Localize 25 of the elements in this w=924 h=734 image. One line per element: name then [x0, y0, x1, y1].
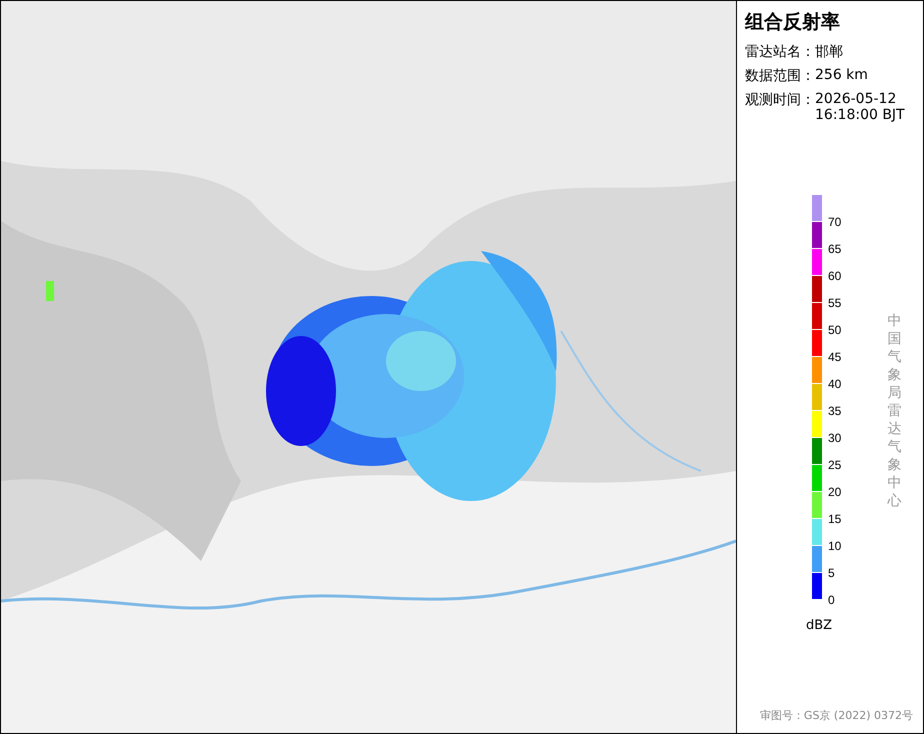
legend-label: 50: [828, 323, 842, 337]
info-value: 256 km: [815, 67, 869, 85]
legend-label: 55: [828, 296, 842, 310]
legend-label: 35: [828, 404, 842, 418]
approval-number: 审图号：GS京 (2022) 0372号: [760, 708, 913, 723]
legend-label: 0: [828, 593, 835, 607]
info-value: 2026-05-12 16:18:00 BJT: [815, 91, 906, 123]
unit-label: dBZ: [806, 618, 834, 633]
info-label: 数据范围：: [745, 67, 815, 85]
legend-label: 45: [828, 350, 842, 364]
legend-label: 20: [828, 485, 842, 499]
legend-label: 30: [828, 431, 842, 445]
legend-label: 60: [828, 269, 842, 283]
legend-label: 10: [828, 539, 842, 553]
info-value: 邯郸: [815, 43, 844, 61]
info-label: 观测时间：: [745, 91, 815, 110]
info-label: 雷达站名：: [745, 43, 815, 61]
legend-label: 40: [828, 377, 842, 391]
legend-label: 15: [828, 512, 842, 526]
legend-label: 25: [828, 458, 842, 472]
legend-label: 5: [828, 566, 835, 580]
panel-title: 组合反射率: [745, 10, 841, 35]
legend-label: 65: [828, 242, 842, 256]
legend-label: 70: [828, 215, 842, 229]
credit-text: 中国气象局雷达气象中心: [887, 312, 902, 510]
